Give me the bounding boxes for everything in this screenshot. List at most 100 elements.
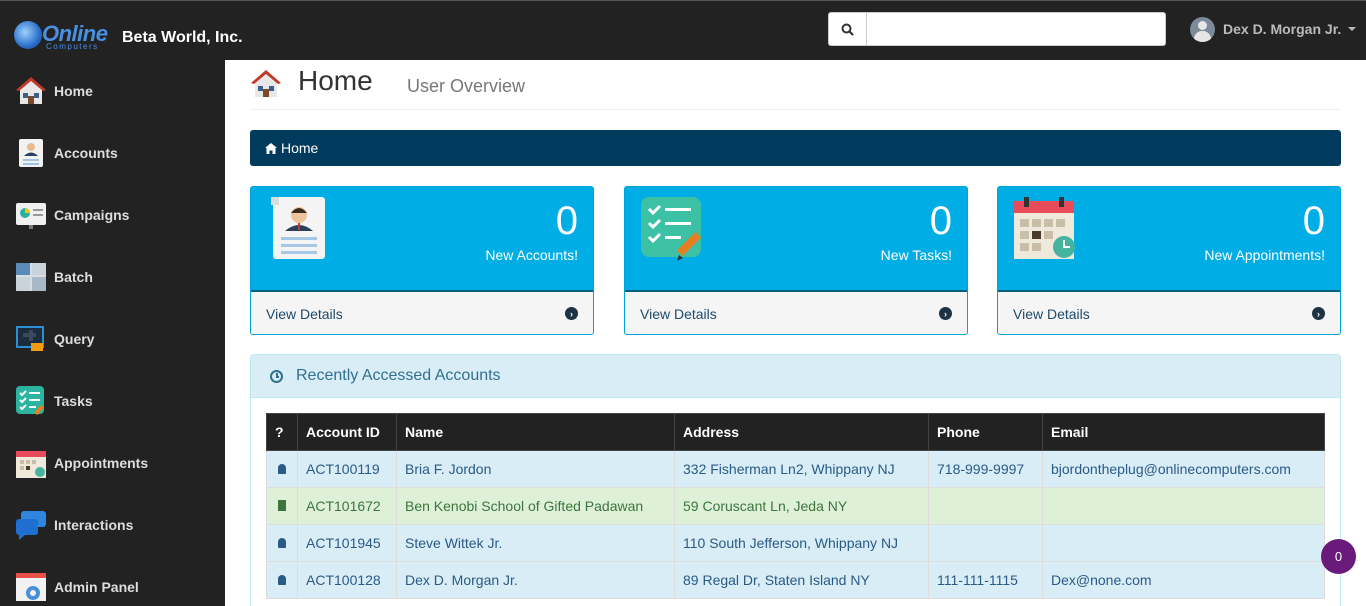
page-subtitle: User Overview <box>407 76 526 96</box>
view-details-link[interactable]: View Details › <box>625 292 967 334</box>
new-accounts-card: 0 New Accounts! View Details › <box>250 186 594 335</box>
notification-badge-button[interactable]: 0 <box>1321 539 1356 574</box>
email-cell: bjordontheplug@onlinecomputers.com <box>1042 450 1325 488</box>
phone-cell <box>928 487 1043 525</box>
column-header-type[interactable]: ? <box>266 413 298 451</box>
panel-heading: Recently Accessed Accounts <box>251 355 1340 398</box>
page-header: Home User Overview <box>250 60 1341 110</box>
home-icon <box>16 77 46 104</box>
online-computers-logo[interactable]: Online Computers <box>14 21 114 53</box>
account-id-cell[interactable]: ACT100128 <box>297 561 397 599</box>
account-id-cell[interactable]: ACT101945 <box>297 524 397 562</box>
new-accounts-icon <box>271 197 325 259</box>
sidebar-item-label: Accounts <box>54 145 118 161</box>
sidebar-item-batch[interactable]: Batch <box>0 246 225 308</box>
column-header-address[interactable]: Address <box>674 413 929 451</box>
person-icon <box>278 575 286 585</box>
phone-cell: 718-999-9997 <box>928 450 1043 488</box>
clock-icon <box>270 369 283 383</box>
arrow-circle-right-icon: › <box>939 307 952 320</box>
home-icon <box>265 142 277 154</box>
view-details-label: View Details <box>640 306 717 322</box>
avatar <box>1190 16 1215 42</box>
search-button[interactable] <box>828 12 867 46</box>
sidebar-item-label: Appointments <box>54 455 149 471</box>
logo-subtext: Computers <box>46 42 99 51</box>
sidebar-item-label: Campaigns <box>54 207 130 223</box>
person-icon <box>278 464 286 474</box>
breadcrumb: Home <box>250 130 1341 166</box>
table-header-row: ? Account ID Name Address Phone Email <box>266 413 1325 451</box>
globe-logo-icon <box>14 21 42 49</box>
new-appointments-card: 0 New Appointments! View Details › <box>997 186 1341 335</box>
user-name: Dex D. Morgan Jr. <box>1223 21 1342 37</box>
arrow-circle-right-icon: › <box>1312 307 1325 320</box>
search-bar <box>828 12 1166 46</box>
card-count: 0 <box>929 199 952 243</box>
recent-accounts-panel: Recently Accessed Accounts ? Account ID … <box>250 354 1341 606</box>
sidebar-item-tasks[interactable]: Tasks <box>0 370 225 432</box>
table-row[interactable]: ACT100119 Bria F. Jordon 332 Fisherman L… <box>266 450 1325 488</box>
address-cell: 59 Coruscant Ln, Jeda NY <box>674 487 929 525</box>
sidebar-item-appointments[interactable]: Appointments <box>0 432 225 494</box>
email-cell: Dex@none.com <box>1042 561 1325 599</box>
column-header-phone[interactable]: Phone <box>928 413 1043 451</box>
new-tasks-icon <box>641 197 702 261</box>
card-header: 0 New Accounts! <box>251 187 593 292</box>
account-id-cell[interactable]: ACT101672 <box>297 487 397 525</box>
person-icon <box>278 538 286 548</box>
phone-cell <box>928 524 1043 562</box>
view-details-label: View Details <box>1013 306 1090 322</box>
account-id-cell[interactable]: ACT100119 <box>297 450 397 488</box>
new-appointments-icon <box>1014 197 1075 259</box>
card-label: New Appointments! <box>1204 247 1325 263</box>
card-header: 0 New Appointments! <box>998 187 1340 292</box>
caret-down-icon <box>1348 27 1357 31</box>
sidebar-item-interactions[interactable]: Interactions <box>0 494 225 556</box>
company-name[interactable]: Beta World, Inc. <box>122 29 243 47</box>
user-menu[interactable]: Dex D. Morgan Jr. <box>1190 16 1357 42</box>
address-cell: 332 Fisherman Ln2, Whippany NJ <box>674 450 929 488</box>
sidebar-item-home[interactable]: Home <box>0 60 225 122</box>
view-details-link[interactable]: View Details › <box>251 292 593 334</box>
search-icon <box>841 23 854 36</box>
table-row[interactable]: ACT101672 Ben Kenobi School of Gifted Pa… <box>266 487 1325 525</box>
name-cell[interactable]: Bria F. Jordon <box>396 450 675 488</box>
card-label: New Tasks! <box>880 247 952 263</box>
column-header-account-id[interactable]: Account ID <box>297 413 397 451</box>
table-row[interactable]: ACT101945 Steve Wittek Jr. 110 South Jef… <box>266 524 1325 562</box>
tasks-icon <box>16 386 44 416</box>
recent-accounts-table: ? Account ID Name Address Phone Email AC… <box>266 413 1325 599</box>
card-label: New Accounts! <box>485 247 578 263</box>
search-input[interactable] <box>866 12 1166 46</box>
column-header-name[interactable]: Name <box>396 413 675 451</box>
top-navbar: Online Computers Beta World, Inc. Dex D.… <box>0 0 1366 60</box>
view-details-link[interactable]: View Details › <box>998 292 1340 334</box>
sidebar-item-admin-panel[interactable]: Admin Panel <box>0 556 225 606</box>
column-header-email[interactable]: Email <box>1042 413 1325 451</box>
new-tasks-card: 0 New Tasks! View Details › <box>624 186 968 335</box>
name-cell[interactable]: Steve Wittek Jr. <box>396 524 675 562</box>
sidebar-item-accounts[interactable]: Accounts <box>0 122 225 184</box>
address-cell: 89 Regal Dr, Staten Island NY <box>674 561 929 599</box>
card-count: 0 <box>1302 199 1325 243</box>
table-row[interactable]: ACT100128 Dex D. Morgan Jr. 89 Regal Dr,… <box>266 561 1325 599</box>
home-icon <box>251 70 281 97</box>
panel-title: Recently Accessed Accounts <box>296 367 501 384</box>
name-cell[interactable]: Ben Kenobi School of Gifted Padawan <box>396 487 675 525</box>
sidebar: Home Accounts Campaigns Batch Query Task… <box>0 60 225 606</box>
name-cell[interactable]: Dex D. Morgan Jr. <box>396 561 675 599</box>
email-cell <box>1042 524 1325 562</box>
sidebar-item-campaigns[interactable]: Campaigns <box>0 184 225 246</box>
building-icon <box>278 500 286 511</box>
breadcrumb-home[interactable]: Home <box>281 140 318 156</box>
card-header: 0 New Tasks! <box>625 187 967 292</box>
batch-icon <box>16 263 46 291</box>
admin-panel-icon <box>16 573 46 601</box>
phone-cell: 111-111-1115 <box>928 561 1043 599</box>
sidebar-item-query[interactable]: Query <box>0 308 225 370</box>
card-count: 0 <box>555 199 578 243</box>
appointments-icon <box>16 451 46 478</box>
page-title: Home <box>298 65 373 96</box>
sidebar-item-label: Admin Panel <box>54 579 139 595</box>
